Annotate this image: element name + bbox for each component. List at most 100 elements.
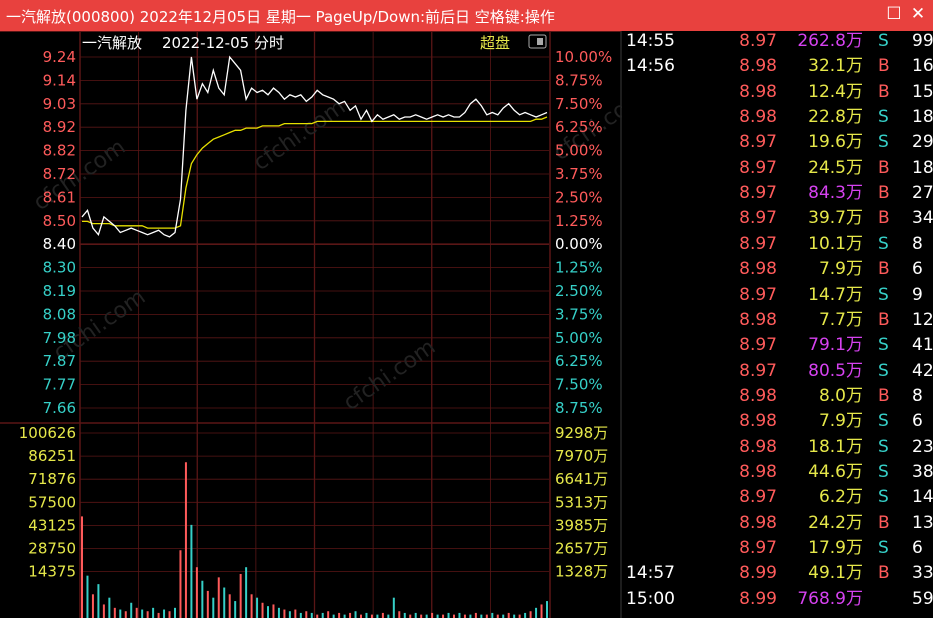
- tick-row[interactable]: 8.98 7.7万 B 12: [622, 308, 933, 332]
- tick-side: S: [878, 487, 889, 508]
- tick-price: 8.97: [739, 360, 777, 381]
- tick-count: 6: [912, 538, 923, 558]
- tick-count: 18: [912, 157, 933, 178]
- price-tick: 8.50: [43, 212, 76, 230]
- tick-price: 8.98: [739, 309, 777, 330]
- tick-volume: 44.6万: [808, 461, 863, 482]
- tick-count: 15: [912, 81, 933, 102]
- tick-volume: 24.5万: [808, 157, 863, 178]
- tick-price: 8.97: [739, 538, 777, 558]
- percent-tick: 1.25%: [555, 212, 603, 230]
- tick-row[interactable]: 8.97 17.9万 S 6: [622, 536, 933, 560]
- tick-row[interactable]: 8.98 24.2万 B 13: [622, 511, 933, 535]
- volume-tick: 71876: [28, 470, 76, 488]
- tick-price: 8.97: [739, 183, 777, 204]
- tick-row[interactable]: 8.98 8.0万 B 8: [622, 384, 933, 408]
- tick-side: B: [878, 81, 890, 102]
- tick-side: S: [878, 31, 889, 51]
- tick-price: 8.99: [739, 563, 777, 584]
- tick-row[interactable]: 8.97 10.1万 S 8: [622, 232, 933, 256]
- tick-count: 9: [912, 284, 923, 305]
- tick-row[interactable]: 8.97 6.2万 S 14: [622, 485, 933, 509]
- tick-volume: 7.9万: [818, 259, 863, 280]
- tick-row[interactable]: 8.98 12.4万 B 15: [622, 80, 933, 104]
- tick-row[interactable]: 14:57 8.99 49.1万 B 33: [622, 561, 933, 585]
- tick-row[interactable]: 8.98 7.9万 S 6: [622, 409, 933, 433]
- restore-icon[interactable]: ☐: [883, 3, 905, 25]
- percent-tick: 6.25%: [555, 352, 603, 370]
- intraday-chart[interactable]: cfchi.com cfchi.comcfchi.comcfchi.comcfch…: [0, 31, 622, 618]
- tick-volume: 7.7万: [818, 309, 863, 330]
- tick-volume: 12.4万: [808, 81, 863, 102]
- tick-count: 34: [912, 208, 933, 229]
- title-bar: 一汽解放(000800) 2022年12月05日 星期一 PageUp/Down…: [0, 0, 933, 31]
- volume-tick: 28750: [28, 540, 76, 558]
- tick-volume: 80.5万: [808, 360, 863, 381]
- tick-volume: 14.7万: [808, 284, 863, 305]
- close-icon[interactable]: ✕: [907, 3, 929, 25]
- tick-count: 38: [912, 461, 933, 482]
- tick-row[interactable]: 8.97 14.7万 S 9: [622, 283, 933, 307]
- tick-price: 8.98: [739, 436, 777, 457]
- tick-side: S: [878, 233, 889, 254]
- tick-side: B: [878, 157, 890, 178]
- tick-row[interactable]: 8.98 44.6万 S 38: [622, 460, 933, 484]
- watermark-layer: cfchi.com cfchi.comcfchi.comcfchi.comcfch…: [29, 85, 622, 416]
- volume-amount-tick: 5313万: [555, 493, 608, 511]
- tick-time: 14:57: [626, 563, 675, 584]
- tick-count: 18: [912, 107, 933, 128]
- tick-side: S: [878, 436, 889, 457]
- tick-volume: 17.9万: [808, 538, 863, 558]
- tick-price: 8.98: [739, 56, 777, 77]
- price-tick: 8.30: [43, 259, 76, 277]
- tick-count: 591: [912, 588, 933, 609]
- price-axis: 9.24 9.14 9.03 8.92 8.82 8.72 8.61 8.50 8.40 8.30…: [43, 48, 76, 417]
- tick-row[interactable]: 8.97 84.3万 B 27: [622, 181, 933, 205]
- tick-side: S: [878, 284, 889, 305]
- tick-row[interactable]: 8.97 79.1万 S 41: [622, 333, 933, 357]
- price-tick: 8.08: [43, 305, 76, 323]
- percent-tick: 6.25%: [555, 118, 603, 136]
- tick-row[interactable]: 8.97 24.5万 B 18: [622, 156, 933, 180]
- tick-row[interactable]: 8.97 80.5万 S 42: [622, 359, 933, 383]
- price-tick: 7.87: [43, 352, 76, 370]
- percent-tick: 3.75%: [555, 305, 603, 323]
- tick-count: 42: [912, 360, 933, 381]
- volume-tick: 14375: [28, 563, 76, 581]
- tick-side: S: [878, 411, 889, 432]
- tick-volume: 22.8万: [808, 107, 863, 128]
- chart-stock-name: 一汽解放: [82, 34, 142, 52]
- volume-tick: 43125: [28, 516, 76, 534]
- tick-volume: 84.3万: [808, 183, 863, 204]
- percent-tick: 7.50%: [555, 376, 603, 394]
- tick-detail-panel[interactable]: 14:55 8.97 262.8万 S 99 14:56 8.98 32.1万 B 16 8.98 1…: [622, 31, 933, 618]
- tick-row[interactable]: 14:55 8.97 262.8万 S 99: [622, 31, 933, 53]
- tick-volume: 8.0万: [818, 385, 863, 406]
- tick-row[interactable]: 8.97 39.7万 B 34: [622, 206, 933, 230]
- tick-price: 8.97: [739, 284, 777, 305]
- tick-row[interactable]: 8.98 7.9万 B 6: [622, 257, 933, 281]
- super-panel-label[interactable]: 超盘: [480, 34, 510, 52]
- chart-date-label: 2022-12-05 分时: [162, 34, 284, 52]
- tick-count: 29: [912, 132, 933, 153]
- tick-volume: 19.6万: [808, 132, 863, 153]
- tick-volume: 6.2万: [818, 487, 863, 508]
- tick-row[interactable]: 8.98 18.1万 S 23: [622, 435, 933, 459]
- tick-row[interactable]: 15:00 8.99 768.9万 591: [622, 587, 933, 611]
- tick-count: 99: [912, 31, 933, 51]
- price-tick: 9.14: [43, 71, 76, 89]
- tick-row[interactable]: 14:56 8.98 32.1万 B 16: [622, 54, 933, 78]
- tick-price: 8.98: [739, 107, 777, 128]
- tick-row[interactable]: 8.98 22.8万 S 18: [622, 105, 933, 129]
- tick-volume: 49.1万: [808, 563, 863, 584]
- toggle-icon[interactable]: [528, 34, 547, 49]
- tick-side: S: [878, 132, 889, 153]
- percent-tick: 10.00%: [555, 48, 612, 66]
- volume-amount-tick: 2657万: [555, 540, 608, 558]
- tick-price: 8.98: [739, 385, 777, 406]
- percent-tick: 8.75%: [555, 399, 603, 417]
- tick-count: 8: [912, 385, 923, 406]
- tick-row[interactable]: 8.97 19.6万 S 29: [622, 130, 933, 154]
- tick-volume: 79.1万: [808, 335, 863, 356]
- price-tick: 8.61: [43, 188, 76, 206]
